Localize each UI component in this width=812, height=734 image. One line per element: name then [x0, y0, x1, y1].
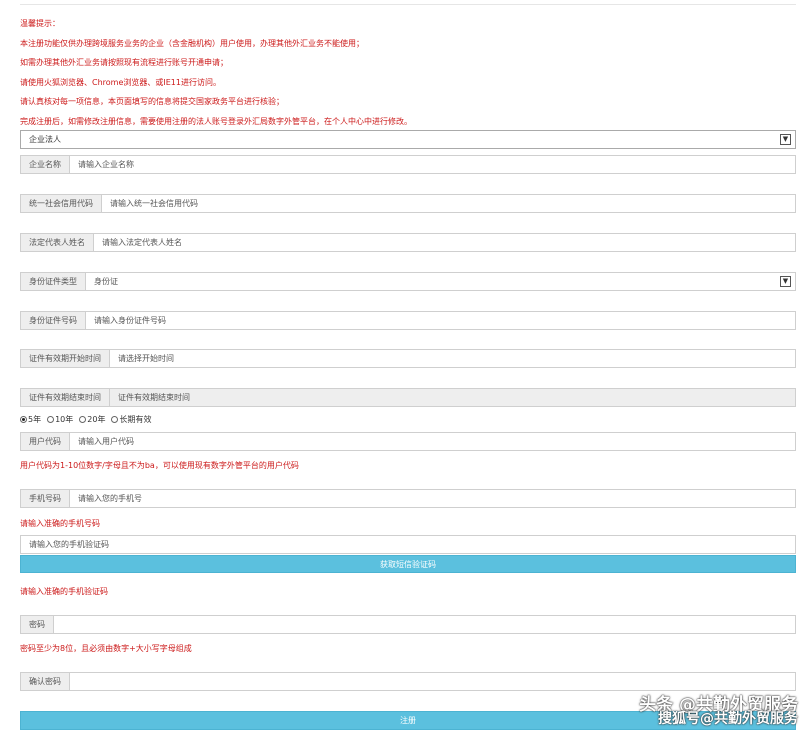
id-number-field[interactable]: 身份证件号码 请输入身份证件号码	[20, 311, 796, 330]
top-divider	[20, 4, 796, 5]
user-type-value: 企业法人	[29, 135, 61, 144]
radio-5-years[interactable]: 5年	[20, 414, 41, 425]
valid-end-label: 证件有效期结束时间	[21, 389, 110, 406]
sms-hint: 请输入准确的手机验证码	[20, 587, 108, 596]
id-type-field[interactable]: 身份证件类型 身份证 ▼	[20, 272, 796, 291]
notice-line-1: 本注册功能仅供办理跨境服务业务的企业（含金融机构）用户使用，办理其他外汇业务不能…	[20, 38, 364, 48]
watermark-sohu: 搜狐号@共勤外贸服务	[658, 711, 798, 727]
password-label: 密码	[21, 616, 54, 633]
valid-end-field: 证件有效期结束时间 证件有效期结束时间	[20, 388, 796, 407]
valid-start-input[interactable]: 请选择开始时间	[110, 350, 795, 367]
id-type-label: 身份证件类型	[21, 273, 86, 290]
radio-unchecked-icon	[111, 416, 119, 423]
user-code-label: 用户代码	[21, 433, 70, 450]
radio-20-years[interactable]: 20年	[79, 414, 105, 425]
company-name-field[interactable]: 企业名称 请输入企业名称	[20, 155, 796, 174]
user-code-field[interactable]: 用户代码 请输入用户代码	[20, 432, 796, 451]
radio-10-years[interactable]: 10年	[47, 414, 73, 425]
notice-block: 温馨提示： 本注册功能仅供办理跨境服务业务的企业（含金融机构）用户使用，办理其他…	[20, 18, 800, 135]
credit-code-input[interactable]: 请输入统一社会信用代码	[102, 195, 795, 212]
valid-start-label: 证件有效期开始时间	[21, 350, 110, 367]
password-field[interactable]: 密码	[20, 615, 796, 634]
valid-end-input: 证件有效期结束时间	[110, 389, 795, 406]
notice-line-2: 如需办理其他外汇业务请按照现有流程进行账号开通申请；	[20, 58, 228, 67]
phone-hint: 请输入准确的手机号码	[20, 519, 100, 528]
user-code-input[interactable]: 请输入用户代码	[70, 433, 795, 450]
confirm-password-input[interactable]	[70, 673, 795, 690]
radio-unchecked-icon	[79, 416, 87, 423]
notice-heading: 温馨提示：	[20, 19, 60, 28]
radio-long-term[interactable]: 长期有效	[111, 414, 151, 425]
radio-unchecked-icon	[47, 416, 55, 423]
sms-code-input[interactable]: 请输入您的手机验证码	[20, 535, 796, 554]
id-number-label: 身份证件号码	[21, 312, 86, 329]
validity-radio-group: 5年 10年 20年 长期有效	[20, 414, 151, 425]
user-code-hint: 用户代码为1-10位数字/字母且不为ba，可以使用现有数字外管平台的用户代码	[20, 461, 299, 470]
credit-code-field[interactable]: 统一社会信用代码 请输入统一社会信用代码	[20, 194, 796, 213]
notice-line-4: 请认真核对每一项信息，本页面填写的信息将提交国家政务平台进行核验；	[20, 97, 284, 106]
radio-checked-icon	[20, 416, 27, 423]
valid-start-field[interactable]: 证件有效期开始时间 请选择开始时间	[20, 349, 796, 368]
legal-rep-input[interactable]: 请输入法定代表人姓名	[94, 234, 795, 251]
notice-line-3: 请使用火狐浏览器、Chrome浏览器、或IE11进行访问。	[20, 77, 221, 87]
phone-input[interactable]: 请输入您的手机号	[70, 490, 795, 507]
legal-rep-label: 法定代表人姓名	[21, 234, 94, 251]
password-hint: 密码至少为8位，且必须由数字+大小写字母组成	[20, 644, 192, 653]
user-type-select[interactable]: 企业法人 ▼	[20, 130, 796, 149]
id-number-input[interactable]: 请输入身份证件号码	[86, 312, 795, 329]
company-name-input[interactable]: 请输入企业名称	[70, 156, 795, 173]
id-type-select[interactable]: 身份证	[86, 273, 795, 290]
password-input[interactable]	[54, 616, 795, 633]
confirm-password-label: 确认密码	[21, 673, 70, 690]
legal-rep-field[interactable]: 法定代表人姓名 请输入法定代表人姓名	[20, 233, 796, 252]
company-name-label: 企业名称	[21, 156, 70, 173]
confirm-password-field[interactable]: 确认密码	[20, 672, 796, 691]
phone-field[interactable]: 手机号码 请输入您的手机号	[20, 489, 796, 508]
phone-label: 手机号码	[21, 490, 70, 507]
chevron-down-icon: ▼	[780, 276, 791, 287]
get-sms-code-button[interactable]: 获取短信验证码	[20, 555, 796, 573]
credit-code-label: 统一社会信用代码	[21, 195, 102, 212]
chevron-down-icon: ▼	[780, 134, 791, 145]
